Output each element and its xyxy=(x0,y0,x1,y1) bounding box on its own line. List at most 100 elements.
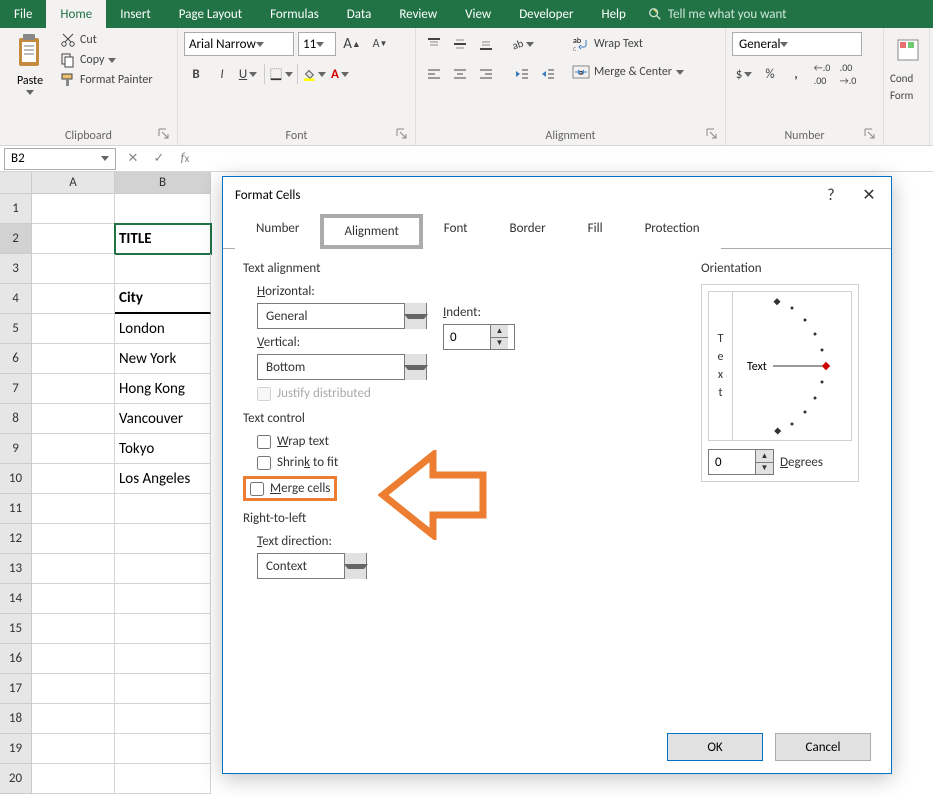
orientation-control[interactable]: Text Text xyxy=(701,284,859,482)
dlg-tab-font[interactable]: Font xyxy=(423,214,489,249)
row-header[interactable]: 18 xyxy=(0,704,32,734)
cell[interactable] xyxy=(32,674,115,704)
currency-button[interactable]: $ xyxy=(732,62,756,86)
dlg-tab-protection[interactable]: Protection xyxy=(624,214,721,249)
row-header[interactable]: 1 xyxy=(0,194,32,224)
cell[interactable] xyxy=(32,224,115,254)
row-header[interactable]: 3 xyxy=(0,254,32,284)
indent-down[interactable]: ▼ xyxy=(491,338,508,350)
orientation-vertical-text[interactable]: Text xyxy=(709,292,733,440)
align-middle-button[interactable] xyxy=(448,32,472,56)
tab-data[interactable]: Data xyxy=(333,0,386,28)
cell[interactable] xyxy=(32,614,115,644)
cell[interactable] xyxy=(32,194,115,224)
copy-button[interactable]: Copy xyxy=(60,52,153,68)
horizontal-combo[interactable]: General xyxy=(257,303,427,329)
cell[interactable] xyxy=(32,314,115,344)
cell[interactable] xyxy=(32,284,115,314)
cell[interactable] xyxy=(115,734,211,764)
tab-file[interactable]: File xyxy=(0,0,46,28)
cell[interactable] xyxy=(115,704,211,734)
italic-button[interactable]: I xyxy=(210,62,234,86)
borders-button[interactable] xyxy=(269,62,293,86)
cell[interactable] xyxy=(115,764,211,794)
font-name-combo[interactable]: Arial Narrow xyxy=(184,32,294,56)
align-bottom-button[interactable] xyxy=(474,32,498,56)
row-header[interactable]: 12 xyxy=(0,524,32,554)
cancel-button[interactable]: Cancel xyxy=(775,733,871,761)
dialog-close-button[interactable]: ✕ xyxy=(859,185,879,205)
cell[interactable] xyxy=(32,764,115,794)
cell[interactable]: London xyxy=(115,314,211,344)
row-header[interactable]: 7 xyxy=(0,374,32,404)
cell[interactable] xyxy=(32,644,115,674)
underline-button[interactable]: U xyxy=(236,62,260,86)
indent-up[interactable]: ▲ xyxy=(491,325,508,338)
select-all-corner[interactable] xyxy=(0,172,32,194)
dialog-launcher-icon[interactable] xyxy=(863,127,877,141)
merge-cells-check[interactable]: Merge cells xyxy=(250,481,330,496)
bold-button[interactable]: B xyxy=(184,62,208,86)
tab-home[interactable]: Home xyxy=(46,0,106,28)
tab-help[interactable]: Help xyxy=(587,0,639,28)
cell[interactable] xyxy=(115,554,211,584)
row-header[interactable]: 15 xyxy=(0,614,32,644)
tab-page-layout[interactable]: Page Layout xyxy=(165,0,256,28)
conditional-formatting-button[interactable] xyxy=(890,32,926,68)
indent-input[interactable] xyxy=(444,325,490,349)
cell[interactable] xyxy=(115,584,211,614)
decrease-indent-button[interactable] xyxy=(510,62,534,86)
increase-font-button[interactable]: A▲ xyxy=(340,32,364,56)
align-center-button[interactable] xyxy=(448,62,472,86)
degrees-down[interactable]: ▼ xyxy=(756,463,773,475)
cell[interactable] xyxy=(115,494,211,524)
row-header[interactable]: 11 xyxy=(0,494,32,524)
font-size-combo[interactable]: 11 xyxy=(298,32,336,56)
cell[interactable] xyxy=(32,434,115,464)
vertical-combo[interactable]: Bottom xyxy=(257,354,427,380)
row-header[interactable]: 19 xyxy=(0,734,32,764)
dlg-tab-fill[interactable]: Fill xyxy=(567,214,624,249)
cell[interactable]: Los Angeles xyxy=(115,464,211,494)
align-top-button[interactable] xyxy=(422,32,446,56)
row-header[interactable]: 5 xyxy=(0,314,32,344)
increase-decimal-button[interactable]: ←.0.00 xyxy=(810,62,834,86)
row-header[interactable]: 4 xyxy=(0,284,32,314)
cell[interactable] xyxy=(115,674,211,704)
merge-center-button[interactable]: a Merge & Center xyxy=(572,60,684,84)
cell[interactable] xyxy=(32,344,115,374)
row-header[interactable]: 14 xyxy=(0,584,32,614)
decrease-font-button[interactable]: A▼ xyxy=(368,32,392,56)
dialog-launcher-icon[interactable] xyxy=(705,127,719,141)
cell[interactable]: Tokyo xyxy=(115,434,211,464)
indent-spinner[interactable]: ▲▼ xyxy=(443,324,515,350)
col-header-a[interactable]: A xyxy=(32,172,115,194)
format-painter-button[interactable]: Format Painter xyxy=(60,72,153,88)
cell[interactable] xyxy=(115,194,211,224)
cell[interactable] xyxy=(115,524,211,554)
cell[interactable] xyxy=(32,374,115,404)
decrease-decimal-button[interactable]: .00→.0 xyxy=(836,62,860,86)
tab-view[interactable]: View xyxy=(451,0,505,28)
tell-me-search[interactable]: Tell me what you want xyxy=(640,0,795,28)
dlg-tab-border[interactable]: Border xyxy=(489,214,567,249)
cell[interactable] xyxy=(32,734,115,764)
tab-formulas[interactable]: Formulas xyxy=(256,0,333,28)
cell[interactable]: New York xyxy=(115,344,211,374)
row-header[interactable]: 20 xyxy=(0,764,32,794)
ok-button[interactable]: OK xyxy=(667,733,763,761)
degrees-input[interactable] xyxy=(709,450,755,474)
orientation-dial[interactable]: Text xyxy=(733,292,851,440)
dialog-launcher-icon[interactable] xyxy=(395,127,409,141)
dlg-tab-alignment[interactable]: Alignment xyxy=(320,214,422,249)
tab-developer[interactable]: Developer xyxy=(505,0,587,28)
cell[interactable]: Hong Kong xyxy=(115,374,211,404)
percent-button[interactable]: % xyxy=(758,62,782,86)
cell[interactable] xyxy=(32,554,115,584)
align-right-button[interactable] xyxy=(474,62,498,86)
row-header[interactable]: 10 xyxy=(0,464,32,494)
comma-button[interactable]: , xyxy=(784,62,808,86)
cell[interactable] xyxy=(32,524,115,554)
cell[interactable] xyxy=(115,614,211,644)
col-header-b[interactable]: B xyxy=(115,172,211,194)
